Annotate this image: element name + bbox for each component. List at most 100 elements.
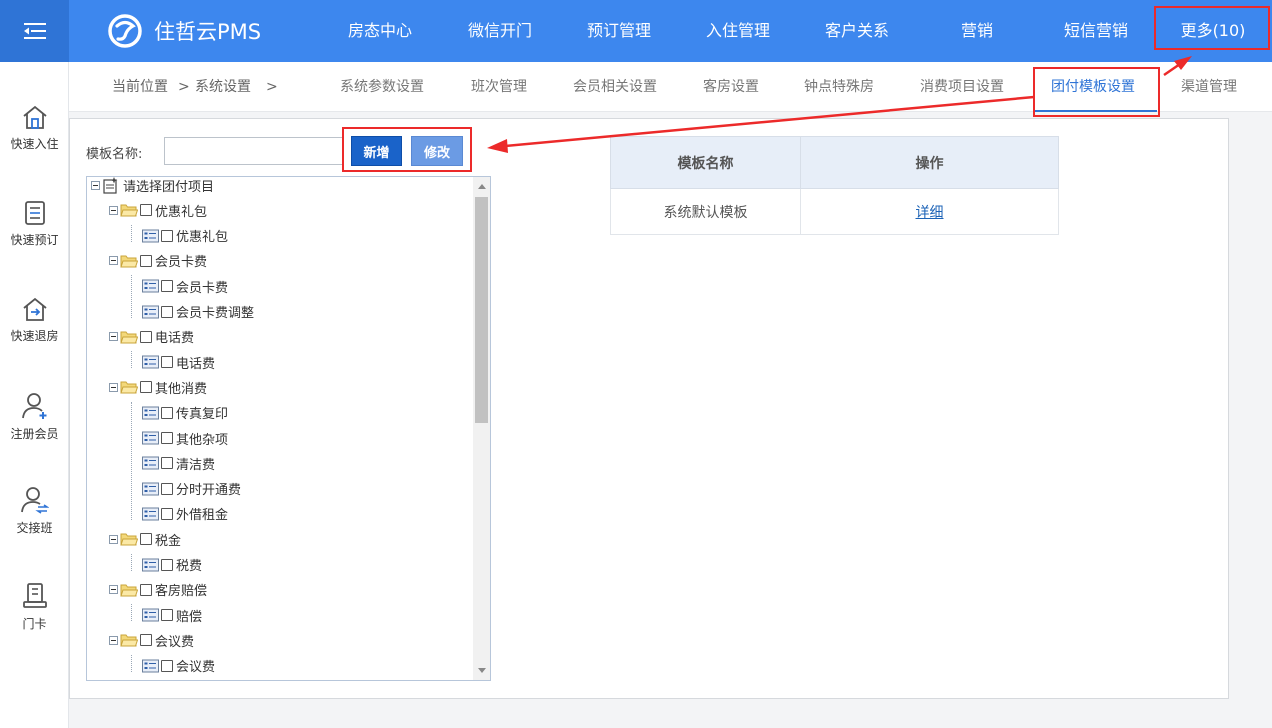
item-checkbox[interactable]: [161, 507, 173, 520]
tab-consumption-items[interactable]: 消费项目设置: [920, 62, 1004, 112]
item-checkbox[interactable]: [140, 381, 152, 394]
item-checkbox[interactable]: [161, 609, 173, 622]
checkout-icon: [22, 297, 47, 321]
collapse-icon[interactable]: [109, 585, 118, 595]
tree-scroll-thumb[interactable]: [475, 197, 488, 423]
tree-leaf[interactable]: 电话费: [142, 351, 215, 373]
tree-item-label: 税金: [155, 533, 182, 549]
folder-open-icon: [120, 533, 138, 546]
leaf-item-icon: [142, 229, 159, 243]
item-checkbox[interactable]: [161, 457, 173, 470]
nav-customer[interactable]: 客户关系: [817, 0, 897, 62]
sidebar-label: 交接班: [16, 521, 53, 535]
collapse-icon[interactable]: [109, 382, 118, 392]
tree-item-label: 会员卡费调整: [176, 306, 255, 321]
sidebar-item-quick-booking[interactable]: 快速预订: [0, 200, 69, 270]
tree-leaf[interactable]: 会员卡费: [142, 275, 228, 297]
tree-group[interactable]: 税金: [109, 528, 181, 550]
tree-group[interactable]: 会员卡费: [109, 250, 207, 272]
sidebar-item-room-card[interactable]: 门卡: [0, 582, 69, 652]
collapse-icon[interactable]: [109, 205, 118, 215]
tab-channel-management[interactable]: 渠道管理: [1181, 62, 1237, 112]
item-checkbox[interactable]: [161, 229, 173, 242]
tree-leaf[interactable]: 会议费: [142, 655, 215, 677]
tab-member-settings[interactable]: 会员相关设置: [573, 62, 657, 112]
nav-wechat-door[interactable]: 微信开门: [460, 0, 540, 62]
tree-item-label: 客房赔偿: [155, 584, 208, 600]
nav-room-status[interactable]: 房态中心: [340, 0, 420, 62]
template-name-label: 模板名称:: [86, 147, 143, 162]
operation-cell: 详细: [800, 188, 1059, 235]
item-checkbox[interactable]: [140, 254, 152, 267]
tab-room-settings[interactable]: 客房设置: [703, 62, 759, 112]
sidebar-item-shift-handover[interactable]: 交接班: [0, 486, 69, 556]
item-checkbox[interactable]: [161, 482, 173, 495]
leaf-item-icon: [142, 482, 159, 496]
nav-more[interactable]: 更多(10): [1158, 0, 1268, 62]
collapse-icon[interactable]: [109, 332, 118, 342]
tree-group[interactable]: 会议费: [109, 629, 194, 651]
tab-shift-management[interactable]: 班次管理: [471, 62, 527, 112]
collapse-icon[interactable]: [109, 256, 118, 266]
nav-sms[interactable]: 短信营销: [1056, 0, 1136, 62]
item-checkbox[interactable]: [161, 305, 173, 318]
tree-leaf[interactable]: 分时开通费: [142, 478, 241, 500]
tree-connector-line: [131, 604, 132, 622]
tree-leaf[interactable]: 其他杂项: [142, 427, 228, 449]
sidebar-item-quick-checkin[interactable]: 快速入住: [0, 104, 69, 174]
tree-item-label: 会议费: [176, 660, 216, 676]
nav-reservation[interactable]: 预订管理: [579, 0, 659, 62]
tree-item-label: 赔偿: [176, 609, 203, 625]
tree-leaf[interactable]: 税费: [142, 554, 202, 576]
collapse-icon[interactable]: [91, 180, 100, 190]
scroll-up-icon[interactable]: [478, 184, 486, 189]
sidebar-item-register-member[interactable]: 注册会员: [0, 392, 69, 462]
tree-leaf[interactable]: 会员卡费调整: [142, 301, 254, 323]
tree-group[interactable]: 客房赔偿: [109, 579, 207, 601]
group-pay-item-tree: 请选择团付项目 优惠礼包 优惠礼包 会员卡费 会员卡费 会员卡费调整 电话费 电话费 其他消费传…: [86, 176, 491, 681]
tree-scrollbar[interactable]: [473, 177, 490, 680]
tree-group[interactable]: 电话费: [109, 326, 194, 348]
item-checkbox[interactable]: [161, 432, 173, 444]
item-checkbox[interactable]: [161, 280, 173, 293]
tab-system-params[interactable]: 系统参数设置: [340, 62, 424, 112]
template-table: 模板名称 操作 系统默认模板 详细: [610, 136, 1059, 235]
sidebar-item-quick-checkout[interactable]: 快速退房: [0, 296, 69, 366]
nav-checkin[interactable]: 入住管理: [698, 0, 778, 62]
tree-leaf[interactable]: 传真复印: [142, 402, 228, 424]
item-checkbox[interactable]: [161, 356, 173, 369]
item-checkbox[interactable]: [140, 204, 152, 217]
tree-leaf[interactable]: 清洁费: [142, 452, 215, 474]
edit-template-button[interactable]: 修改: [411, 136, 463, 166]
collapse-icon[interactable]: [109, 534, 118, 544]
tree-connector-line: [131, 275, 132, 318]
item-checkbox[interactable]: [140, 583, 152, 596]
tab-group-pay-template[interactable]: 团付模板设置: [1051, 62, 1135, 112]
add-template-button[interactable]: 新增: [351, 136, 402, 166]
tree-item-label: 分时开通费: [176, 483, 242, 499]
brand-logo-icon: [108, 14, 142, 48]
menu-toggle-button[interactable]: [0, 0, 69, 62]
nav-marketing[interactable]: 营销: [950, 0, 1004, 62]
item-checkbox[interactable]: [161, 558, 173, 571]
item-checkbox[interactable]: [140, 634, 152, 647]
sidebar-label: 快速退房: [10, 329, 59, 343]
tree-group[interactable]: 优惠礼包: [109, 199, 207, 221]
column-header-template-name: 模板名称: [610, 136, 801, 189]
tree-root[interactable]: 请选择团付项目: [91, 177, 214, 196]
item-checkbox[interactable]: [161, 659, 173, 672]
item-checkbox[interactable]: [140, 533, 152, 546]
item-checkbox[interactable]: [140, 330, 152, 343]
scroll-down-icon[interactable]: [478, 668, 486, 673]
tree-leaf[interactable]: 优惠礼包: [142, 225, 228, 247]
tree-group[interactable]: 其他消费: [109, 376, 207, 398]
collapse-icon[interactable]: [109, 635, 118, 645]
tree-leaf[interactable]: 赔偿: [142, 604, 202, 626]
sidebar-label: 快速预订: [10, 233, 59, 247]
template-name-input[interactable]: [164, 137, 344, 165]
tree-leaf[interactable]: 外借租金: [142, 503, 228, 525]
breadcrumb-section[interactable]: 系统设置: [195, 62, 251, 112]
detail-link[interactable]: 详细: [916, 205, 944, 221]
tab-hourly-special-room[interactable]: 钟点特殊房: [804, 62, 874, 112]
item-checkbox[interactable]: [161, 406, 173, 419]
